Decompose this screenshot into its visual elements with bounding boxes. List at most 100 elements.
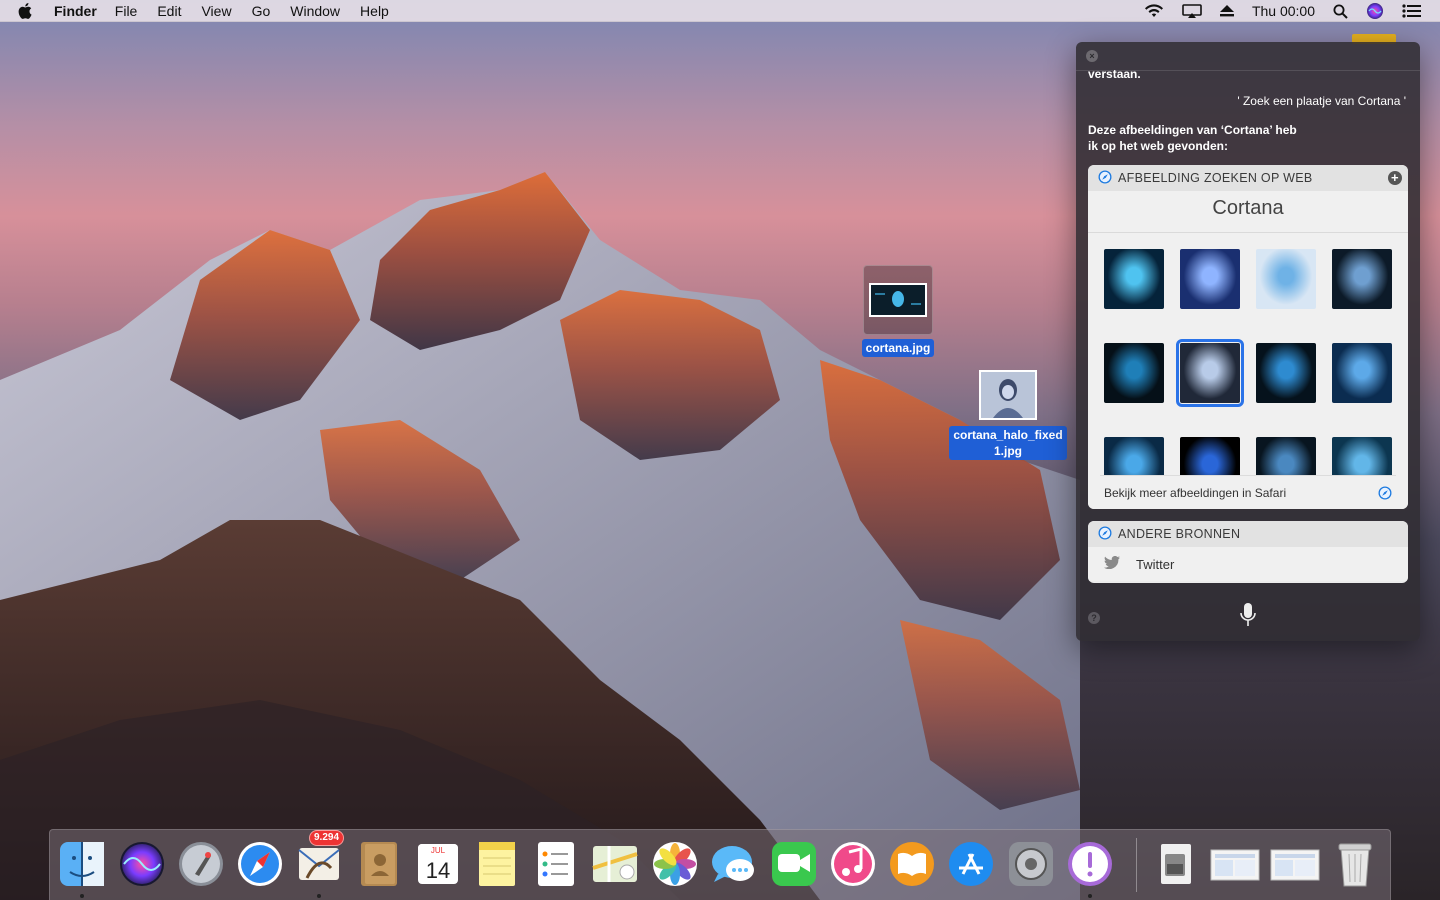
source-twitter-label: Twitter bbox=[1136, 556, 1175, 572]
maps-icon bbox=[592, 846, 638, 882]
eject-icon[interactable] bbox=[1219, 5, 1234, 17]
file-name-line-2: 1.jpg bbox=[993, 444, 1022, 458]
dock-downloads-stack[interactable] bbox=[1149, 838, 1201, 890]
dock-facetime[interactable] bbox=[768, 838, 820, 890]
image-result[interactable] bbox=[1104, 343, 1164, 403]
screenshot-stack-icon bbox=[1270, 849, 1320, 881]
siri-reply: Deze afbeeldingen van ‘Cortana’ heb ik o… bbox=[1088, 123, 1297, 153]
file-thumbnail bbox=[979, 370, 1037, 420]
image-result[interactable] bbox=[1104, 249, 1164, 309]
screenshot-stack-icon bbox=[1210, 849, 1260, 881]
feedback-icon bbox=[1068, 842, 1112, 886]
dock-itunes[interactable] bbox=[827, 838, 879, 890]
menu-window[interactable]: Window bbox=[290, 3, 340, 19]
image-search-card: AFBEELDING ZOEKEN OP WEB + Cortana Bekij… bbox=[1088, 165, 1408, 509]
dock: 9.294 JUL 14 bbox=[49, 829, 1391, 900]
dock-messages[interactable] bbox=[708, 838, 760, 890]
dock-notes[interactable] bbox=[471, 838, 523, 890]
dock-safari[interactable] bbox=[234, 838, 286, 890]
launchpad-icon bbox=[179, 842, 223, 886]
menu-view[interactable]: View bbox=[201, 3, 231, 19]
siri-user-query[interactable]: ' Zoek een plaatje van Cortana ' bbox=[1237, 94, 1406, 108]
source-twitter[interactable]: Twitter bbox=[1088, 547, 1408, 581]
other-sources-header: ANDERE BRONNEN bbox=[1088, 521, 1408, 547]
calendar-icon: JUL 14 bbox=[418, 844, 458, 884]
dock-system-preferences[interactable] bbox=[1005, 838, 1057, 890]
contacts-icon bbox=[361, 842, 397, 886]
dock-ibooks[interactable] bbox=[886, 838, 938, 890]
running-indicator bbox=[317, 894, 321, 898]
more-images-in-safari-link[interactable]: Bekijk meer afbeeldingen in Safari bbox=[1100, 475, 1396, 509]
app-menu-finder[interactable]: Finder bbox=[54, 3, 97, 19]
desktop-file-cortana[interactable]: cortana.jpg bbox=[858, 265, 938, 357]
image-search-card-header: AFBEELDING ZOEKEN OP WEB + bbox=[1088, 165, 1408, 191]
desktop-file-cortana-halo[interactable]: cortana_halo_fixed 1.jpg bbox=[948, 370, 1068, 460]
microphone-icon[interactable] bbox=[1240, 602, 1256, 633]
siri-header-divider bbox=[1076, 70, 1420, 71]
dock-siri[interactable] bbox=[116, 838, 168, 890]
siri-panel: × verstaan. ' Zoek een plaatje van Corta… bbox=[1076, 42, 1420, 641]
file-thumbnail bbox=[863, 265, 933, 335]
image-result[interactable] bbox=[1180, 249, 1240, 309]
calendar-month: JUL bbox=[431, 846, 446, 855]
siri-icon[interactable] bbox=[1366, 2, 1384, 20]
image-result[interactable] bbox=[1332, 249, 1392, 309]
safari-icon bbox=[1098, 170, 1112, 187]
calendar-day: 14 bbox=[426, 858, 450, 883]
add-to-notification-center-button[interactable]: + bbox=[1388, 171, 1402, 185]
safari-icon bbox=[238, 842, 282, 886]
dock-separator bbox=[1136, 838, 1137, 892]
dock-maps[interactable] bbox=[589, 838, 641, 890]
wifi-icon[interactable] bbox=[1144, 4, 1164, 18]
apple-icon[interactable] bbox=[18, 2, 36, 19]
clock[interactable]: Thu 00:00 bbox=[1252, 3, 1315, 19]
dock-launchpad[interactable] bbox=[175, 838, 227, 890]
image-search-card-title: AFBEELDING ZOEKEN OP WEB bbox=[1118, 171, 1313, 185]
siri-close-button[interactable]: × bbox=[1086, 50, 1098, 62]
menu-bar: Finder File Edit View Go Window Help Thu… bbox=[0, 0, 1440, 22]
dock-app-store[interactable] bbox=[945, 838, 997, 890]
image-results-grid bbox=[1088, 233, 1408, 509]
image-result[interactable] bbox=[1256, 343, 1316, 403]
more-images-label: Bekijk meer afbeeldingen in Safari bbox=[1104, 485, 1287, 500]
spotlight-icon[interactable] bbox=[1333, 4, 1348, 19]
dock-screenshot-stack[interactable] bbox=[1269, 838, 1321, 890]
image-result[interactable] bbox=[1256, 249, 1316, 309]
running-indicator bbox=[80, 894, 84, 898]
downloads-stack-icon bbox=[1161, 844, 1191, 884]
dock-feedback[interactable] bbox=[1064, 838, 1116, 890]
siri-help-button[interactable]: ? bbox=[1088, 612, 1100, 624]
image-result[interactable] bbox=[1332, 343, 1392, 403]
siri-icon bbox=[120, 842, 164, 886]
dock-contacts[interactable] bbox=[353, 838, 405, 890]
notification-center-icon[interactable] bbox=[1402, 4, 1422, 18]
image-search-term: Cortana bbox=[1088, 191, 1408, 233]
dock-calendar[interactable]: JUL 14 bbox=[412, 838, 464, 890]
reminders-icon bbox=[538, 842, 574, 886]
dock-finder[interactable] bbox=[56, 838, 108, 890]
messages-icon bbox=[712, 846, 754, 882]
file-name-line-1: cortana_halo_fixed bbox=[953, 428, 1063, 442]
twitter-icon bbox=[1104, 555, 1120, 572]
ibooks-icon bbox=[890, 842, 934, 886]
menu-file[interactable]: File bbox=[115, 3, 138, 19]
menu-help[interactable]: Help bbox=[360, 3, 389, 19]
menu-go[interactable]: Go bbox=[252, 3, 271, 19]
dock-trash[interactable] bbox=[1329, 838, 1381, 890]
dock-screenshot-stack[interactable] bbox=[1209, 838, 1261, 890]
dock-reminders[interactable] bbox=[530, 838, 582, 890]
menu-edit[interactable]: Edit bbox=[157, 3, 181, 19]
other-sources-title: ANDERE BRONNEN bbox=[1118, 527, 1241, 541]
image-result[interactable] bbox=[1176, 339, 1244, 407]
safari-icon bbox=[1098, 526, 1112, 543]
file-name-label: cortana.jpg bbox=[861, 339, 935, 357]
facetime-icon bbox=[772, 842, 816, 886]
system-preferences-icon bbox=[1009, 842, 1053, 886]
airplay-icon[interactable] bbox=[1182, 3, 1202, 19]
trash-icon bbox=[1338, 843, 1372, 887]
dock-mail[interactable]: 9.294 bbox=[293, 830, 345, 890]
running-indicator bbox=[1088, 894, 1092, 898]
other-sources-card: ANDERE BRONNEN Twitter bbox=[1088, 521, 1408, 583]
photos-icon bbox=[653, 842, 697, 886]
dock-photos[interactable] bbox=[649, 838, 701, 890]
